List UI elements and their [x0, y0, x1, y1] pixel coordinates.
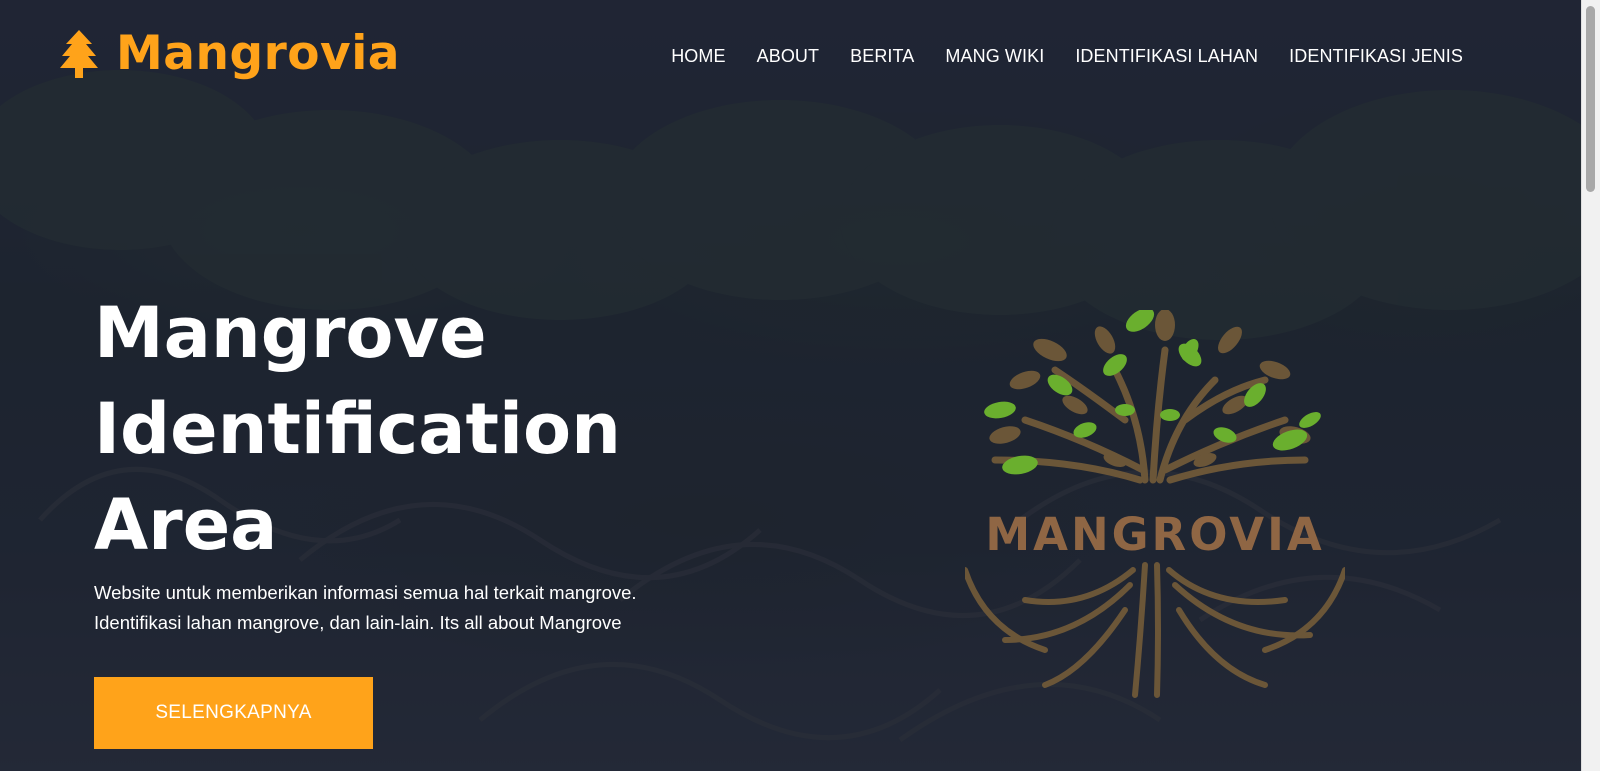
- mangrovia-logo: MANGROVIA: [962, 308, 1348, 710]
- hero-description: Website untuk memberikan informasi semua…: [94, 578, 814, 638]
- brand-logo-link[interactable]: Mangrovia: [58, 26, 400, 81]
- hero-title-line-1: Mangrove: [94, 292, 487, 374]
- hero-title: Mangrove Identification Area: [94, 285, 714, 573]
- nav-mang-wiki[interactable]: MANG WIKI: [945, 46, 1044, 67]
- brand-name: Mangrovia: [116, 26, 401, 81]
- nav-home[interactable]: HOME: [671, 46, 725, 67]
- nav-identifikasi-lahan[interactable]: IDENTIFIKASI LAHAN: [1075, 46, 1258, 67]
- nav-berita[interactable]: BERITA: [850, 46, 914, 67]
- selengkapnya-button[interactable]: SELENGKAPNYA: [94, 677, 373, 749]
- nav-identifikasi-jenis[interactable]: IDENTIFIKASI JENIS: [1289, 46, 1463, 67]
- pine-tree-icon: [60, 29, 98, 78]
- hero-description-line-1: Website untuk memberikan informasi semua…: [94, 582, 637, 603]
- scrollbar-thumb[interactable]: [1586, 6, 1595, 192]
- logo-wordmark: MANGROVIA: [985, 508, 1325, 561]
- hero-description-line-2: Identifikasi lahan mangrove, dan lain-la…: [94, 612, 622, 633]
- hero-title-line-3: Area: [94, 484, 278, 566]
- nav-about[interactable]: ABOUT: [757, 46, 820, 67]
- page-scrollbar[interactable]: [1581, 0, 1600, 771]
- hero-title-line-2: Identification: [94, 388, 621, 470]
- main-nav: HOME ABOUT BERITA MANG WIKI IDENTIFIKASI…: [671, 46, 1463, 67]
